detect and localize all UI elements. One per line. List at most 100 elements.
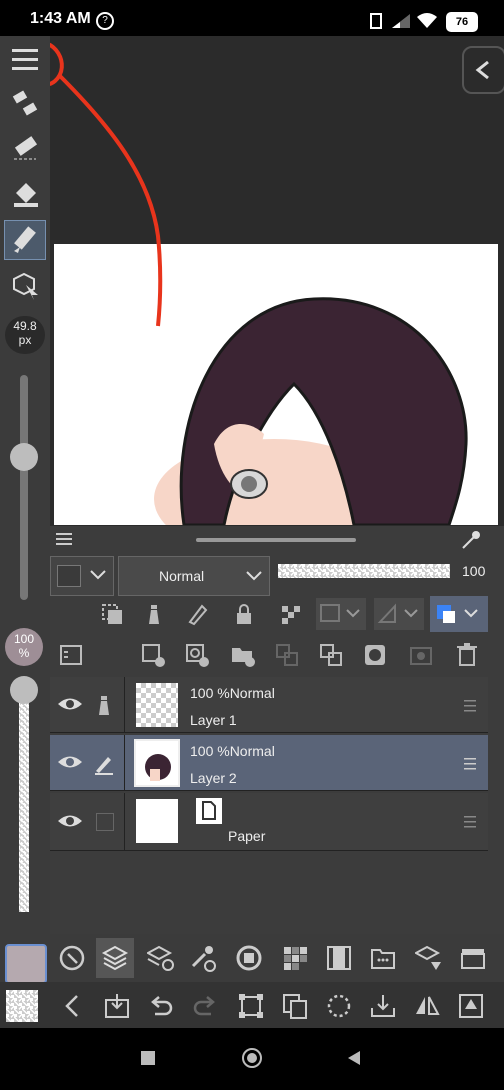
layer-property-button[interactable] (144, 940, 178, 976)
layer-opacity-blend: 100 %Normal (190, 743, 275, 759)
copy-icon (283, 994, 307, 1019)
color-set-button[interactable] (278, 940, 312, 976)
ruler-dropdown[interactable] (374, 598, 424, 630)
chevron-left-icon (65, 995, 78, 1017)
trash-icon (457, 643, 477, 666)
back-button[interactable] (58, 988, 86, 1024)
delete-layer-button[interactable] (452, 640, 482, 670)
layer-row-layer-1[interactable]: 100 %Normal Layer 1 (50, 677, 488, 733)
eraser-icon (14, 136, 38, 160)
clip-layer-button[interactable] (98, 600, 126, 628)
color-settings-button[interactable] (186, 940, 220, 976)
layer-thumbnail (134, 739, 180, 787)
layer-row-paper[interactable]: Paper (50, 793, 488, 851)
reference-layer-button[interactable] (140, 600, 168, 628)
eye-icon[interactable] (56, 695, 84, 713)
eye-icon[interactable] (56, 812, 84, 830)
layer-name: Paper (228, 828, 266, 844)
layer-name: Layer 1 (190, 712, 237, 728)
draft-layer-button[interactable] (184, 600, 212, 628)
drag-handle-icon[interactable] (464, 757, 476, 771)
new-folder-button[interactable] (228, 640, 258, 670)
opacity-slider-handle[interactable] (10, 676, 38, 704)
layer-list-icon (60, 645, 82, 665)
tool-transform[interactable] (4, 84, 46, 124)
layer-color-dropdown[interactable] (50, 556, 114, 596)
layer-opacity-slider[interactable] (278, 564, 450, 578)
timeline-button[interactable] (322, 940, 356, 976)
menu-button[interactable] (4, 40, 46, 80)
tool-fill[interactable] (4, 174, 46, 214)
marker-icon (14, 226, 36, 253)
pen-draft-icon (188, 604, 208, 626)
eraser-swap-icon (12, 90, 38, 116)
mask-off-icon (320, 604, 360, 622)
selection-button[interactable] (322, 988, 356, 1024)
material-button[interactable] (366, 940, 400, 976)
new-vector-layer-button[interactable] (182, 640, 212, 670)
lock-transparency-button[interactable] (276, 600, 304, 628)
tool-eraser[interactable] (4, 128, 46, 168)
drag-handle-icon[interactable] (464, 699, 476, 713)
navigator-button[interactable] (462, 46, 504, 94)
divider (124, 735, 125, 791)
panel-drag-handle[interactable] (196, 538, 356, 542)
flip-horizontal-button[interactable] (410, 988, 444, 1024)
new-raster-layer-button[interactable] (138, 640, 168, 670)
create-mask-button[interactable] (360, 640, 390, 670)
main-color-swatch[interactable] (5, 944, 47, 984)
pen-edit-icon (95, 757, 113, 775)
layer-row-layer-2[interactable]: 100 %Normal Layer 2 (50, 735, 488, 791)
opacity-indicator[interactable]: 100 % (5, 628, 43, 666)
status-time: 1:43 AM (30, 10, 91, 27)
eyedropper-icon[interactable] (460, 530, 482, 550)
layer-checkbox[interactable] (96, 813, 114, 831)
eyedropper-gear-icon (191, 946, 216, 972)
transfer-lower-button[interactable] (272, 640, 302, 670)
color-wheel-button[interactable] (232, 940, 266, 976)
lock-layer-button[interactable] (230, 600, 258, 628)
eye-icon[interactable] (56, 753, 84, 771)
home-button[interactable] (242, 1048, 262, 1068)
mask-enable-dropdown[interactable] (316, 598, 366, 630)
chevron-down-icon (246, 571, 262, 581)
layer-properties-button[interactable] (56, 640, 86, 670)
layer-name: Layer 2 (190, 770, 237, 786)
brush-size-slider-track[interactable] (20, 375, 28, 600)
layer-panel-menu-button[interactable] (56, 532, 74, 551)
transform-button[interactable] (234, 988, 268, 1024)
merge-lower-button[interactable] (316, 640, 346, 670)
layer-settings-icon (147, 945, 174, 971)
brush-size-unit: px (18, 333, 32, 347)
copy-button[interactable] (278, 988, 312, 1024)
redo-button[interactable] (188, 988, 222, 1024)
brush-size-indicator[interactable]: 49.8 px (5, 316, 45, 354)
undo-button[interactable] (144, 988, 178, 1024)
tool-brush[interactable] (4, 220, 46, 260)
recent-apps-button[interactable] (141, 1051, 155, 1065)
save-button[interactable] (100, 988, 134, 1024)
drag-handle-icon[interactable] (464, 815, 476, 829)
layer-search-button[interactable] (412, 940, 446, 976)
tool-property-button[interactable] (56, 940, 88, 976)
notification-icon: ? (96, 12, 114, 30)
blend-mode-dropdown[interactable]: Normal (118, 556, 270, 596)
tool-3d-select[interactable] (4, 266, 46, 306)
layer-palette-button[interactable] (96, 938, 134, 978)
opacity-value: 100 (13, 632, 35, 646)
apply-mask-button[interactable] (406, 640, 436, 670)
new-folder-icon (232, 648, 255, 667)
flip-horizontal-icon (416, 996, 440, 1015)
back-triangle-icon[interactable] (346, 1050, 362, 1066)
animation-cels-button[interactable] (456, 940, 490, 976)
zoom-fit-button[interactable] (454, 988, 488, 1024)
layer-thumbnail (136, 799, 178, 843)
merge-lower-icon (320, 644, 342, 666)
brush-size-slider-handle[interactable] (10, 443, 38, 471)
material-icon (371, 949, 395, 969)
layer-color-mode-dropdown[interactable] (430, 596, 488, 632)
new-vector-layer-icon (186, 644, 209, 667)
opacity-slider-track[interactable] (19, 690, 29, 912)
sub-color-swatch[interactable] (6, 990, 38, 1022)
import-button[interactable] (366, 988, 400, 1024)
